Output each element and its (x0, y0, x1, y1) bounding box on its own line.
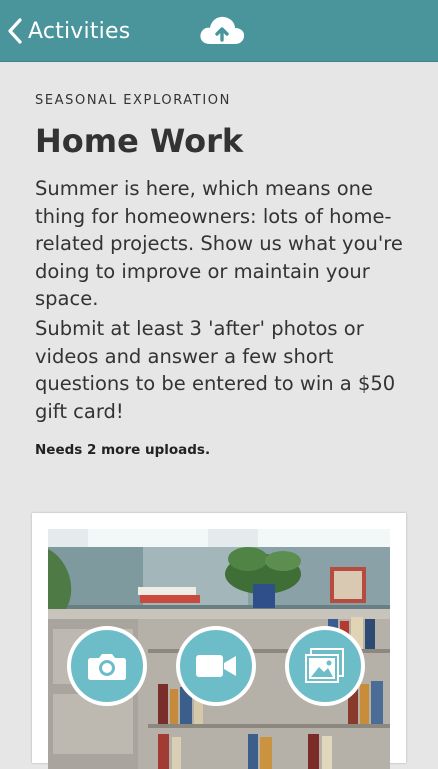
chevron-left-icon (8, 18, 22, 44)
back-button-label: Activities (28, 18, 131, 44)
video-camera-icon (196, 655, 236, 677)
take-photo-button[interactable] (67, 626, 147, 706)
activity-instructions: Submit at least 3 'after' photos or vide… (35, 317, 396, 423)
activity-title: Home Work (35, 122, 244, 160)
camera-icon (88, 654, 126, 680)
cloud-upload-button[interactable] (198, 13, 246, 47)
cloud-upload-icon (200, 16, 245, 44)
photo-gallery-icon (305, 648, 344, 683)
media-upload-card (32, 513, 406, 769)
navigation-bar: Activities (0, 0, 438, 62)
choose-from-gallery-button[interactable] (285, 626, 365, 706)
upload-status: Needs 2 more uploads. (35, 442, 211, 458)
activity-category: SEASONAL EXPLORATION (35, 93, 231, 108)
record-video-button[interactable] (176, 626, 256, 706)
back-button[interactable]: Activities (8, 12, 130, 50)
activity-description: Summer is here, which means one thing fo… (35, 177, 403, 310)
